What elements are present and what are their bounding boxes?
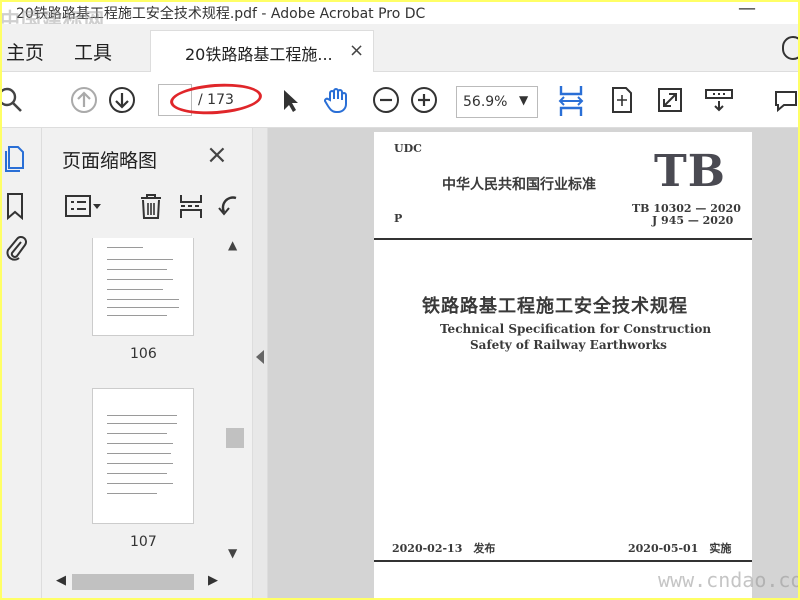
full-screen-icon[interactable]	[656, 86, 684, 114]
page-thumbnails-icon[interactable]	[4, 144, 28, 172]
hand-tool-icon[interactable]	[322, 86, 350, 114]
scrollbar-thumb[interactable]	[226, 428, 244, 448]
extract-pages-icon[interactable]	[178, 192, 204, 220]
title-bar: 20铁路路基工程施工安全技术规程.pdf - Adobe Acrobat Pro…	[2, 2, 798, 32]
toolbar: / 173 56.9% ▼	[2, 72, 798, 128]
document-title-en-line2: Safety of Railway Earthworks	[470, 338, 667, 352]
thumbnail-page-106[interactable]	[92, 238, 194, 336]
scrollbar-thumb[interactable]	[72, 574, 194, 590]
scroll-down-icon[interactable]: ▼	[228, 546, 237, 560]
search-icon[interactable]	[2, 86, 24, 114]
chevron-down-icon: ▼	[519, 93, 529, 107]
divider	[374, 238, 752, 240]
chevron-left-icon	[256, 350, 264, 364]
scroll-left-icon[interactable]: ◀	[56, 573, 66, 588]
left-rail	[2, 128, 42, 598]
attachment-icon[interactable]	[4, 234, 28, 262]
panel-title: 页面缩略图	[62, 150, 158, 172]
standard-org: 中华人民共和国行业标准	[442, 177, 596, 193]
thumbnail-list: 106 107	[42, 238, 224, 568]
bookmark-icon[interactable]	[4, 192, 28, 220]
tab-tools[interactable]: 工具	[74, 38, 112, 65]
document-title-cn: 铁路路基工程施工安全技术规程	[422, 296, 688, 317]
document-title-en-line1: Technical Specification for Construction	[440, 322, 712, 336]
tab-home[interactable]: 主页	[6, 38, 44, 65]
zoom-value: 56.9%	[463, 94, 508, 110]
tab-bar: 主页 工具 20铁路路基工程施... ×	[2, 24, 798, 73]
implement-date: 2020-05-01 实施	[628, 542, 732, 555]
help-icon[interactable]	[782, 36, 798, 60]
previous-page-icon[interactable]	[70, 86, 98, 114]
issue-date: 2020-02-13 发布	[392, 542, 496, 555]
delete-icon[interactable]	[138, 192, 164, 220]
thumbnail-label: 106	[130, 346, 157, 362]
collapse-panel-handle[interactable]	[252, 128, 268, 598]
select-cursor-icon[interactable]	[276, 86, 304, 114]
zoom-select[interactable]: 56.9% ▼	[456, 86, 538, 118]
zoom-out-icon[interactable]	[372, 86, 400, 114]
classification-label: P	[394, 212, 403, 225]
thumbnails-panel: 页面缩略图 × 106 107 ▲ ▼ ◀ ▶	[42, 128, 252, 598]
scroll-right-icon[interactable]: ▶	[208, 573, 218, 588]
standard-record-code: J 945 — 2020	[652, 214, 734, 227]
options-menu-icon[interactable]	[64, 192, 104, 220]
minimize-button[interactable]: —	[738, 2, 756, 19]
fit-width-icon[interactable]	[556, 84, 586, 118]
document-view[interactable]: UDC 中华人民共和国行业标准 TB P TB 10302 — 2020 J 9…	[268, 128, 798, 598]
close-tab-button[interactable]: ×	[349, 40, 364, 61]
comment-icon[interactable]	[772, 86, 798, 114]
udc-label: UDC	[394, 142, 422, 155]
close-icon[interactable]: ×	[206, 140, 228, 170]
document-tab-label: 20铁路路基工程施...	[185, 45, 333, 64]
rotate-icon[interactable]	[216, 192, 242, 220]
watermark-bottom-right: www.cndao.com	[658, 568, 798, 592]
thumbnail-page-107[interactable]	[92, 388, 194, 524]
thumbnail-horizontal-scrollbar[interactable]: ◀ ▶	[42, 572, 224, 592]
scroll-up-icon[interactable]: ▲	[228, 238, 237, 252]
thumbnail-vertical-scrollbar[interactable]: ▲ ▼	[224, 238, 244, 568]
divider	[374, 560, 752, 562]
panel-toolbar	[42, 180, 252, 236]
next-page-icon[interactable]	[108, 86, 136, 114]
pdf-page: UDC 中华人民共和国行业标准 TB P TB 10302 — 2020 J 9…	[374, 132, 752, 598]
acrobat-window: 20铁路路基工程施工安全技术规程.pdf - Adobe Acrobat Pro…	[2, 2, 798, 598]
tab-document[interactable]: 20铁路路基工程施... ×	[150, 30, 374, 73]
scrolling-mode-icon[interactable]	[704, 86, 734, 114]
standard-mark: TB	[654, 146, 726, 197]
fit-page-icon[interactable]	[608, 86, 636, 114]
zoom-in-icon[interactable]	[410, 86, 438, 114]
thumbnail-label: 107	[130, 534, 157, 550]
